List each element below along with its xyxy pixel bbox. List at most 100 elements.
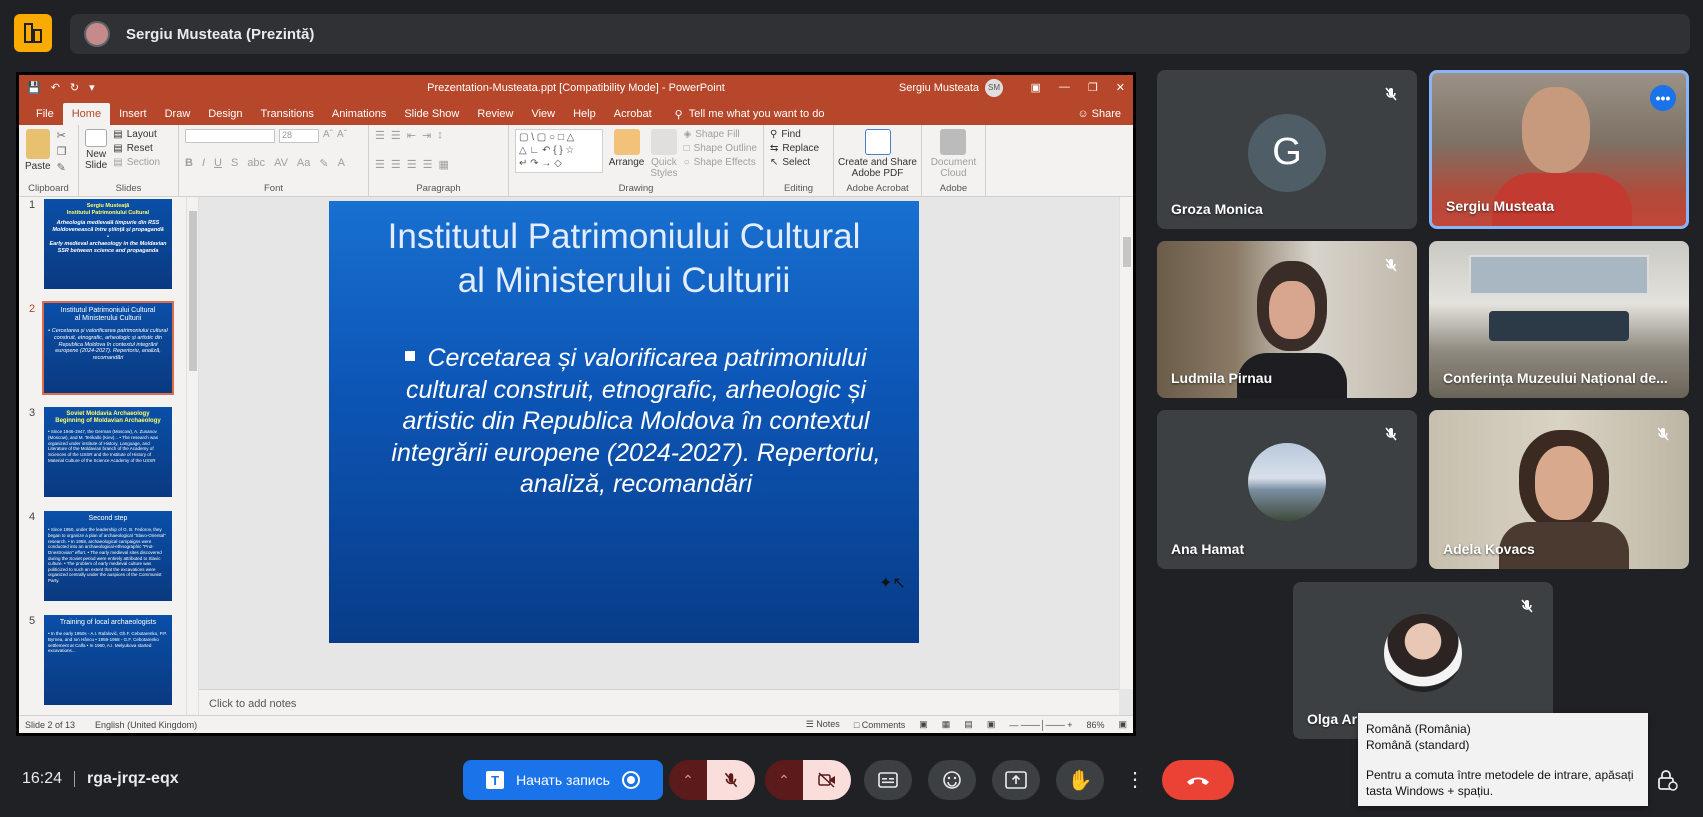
cut-icon: ✂	[56, 130, 66, 142]
drawing-group-label: Drawing	[618, 183, 654, 194]
start-recording-button[interactable]: T Начать запись	[463, 760, 663, 800]
editing-group-label: Editing	[783, 183, 814, 194]
arrange-label: Arrange	[608, 157, 645, 168]
meet-companion-icon[interactable]	[14, 14, 52, 52]
tab-file: File	[36, 108, 54, 120]
justify-icon: ☰	[422, 159, 433, 171]
font-group-label: Font	[263, 183, 283, 194]
camera-control[interactable]: ⌃	[765, 760, 851, 800]
shape-effects-button: ○ Shape Effects	[684, 157, 757, 168]
shadow-icon: S	[230, 157, 239, 169]
participant-name: Groza Monica	[1171, 201, 1263, 217]
mic-off-icon	[1379, 82, 1403, 106]
tell-me-box: ⚲ Tell me what you want to do	[675, 103, 825, 125]
new-slide-icon	[85, 129, 108, 147]
speaker-video	[1522, 87, 1590, 173]
thumbnail-title: Institutul Patrimoniului Cultural al Min…	[60, 307, 156, 323]
create-pdf-button: Create and Share Adobe PDF	[838, 129, 917, 182]
highlight-icon: ✎	[319, 158, 329, 170]
ribbon-group-font: 28 Aˆ Aˇ BIU Sabc AV Aa ✎ A Font	[179, 125, 369, 196]
mic-toggle-button[interactable]	[707, 760, 755, 800]
redo-icon: ↻	[69, 82, 80, 94]
document-cloud-icon	[940, 129, 967, 155]
participant-tile-active-speaker[interactable]: ••• Sergiu Musteata	[1429, 70, 1689, 229]
tab-design: Design	[208, 108, 243, 120]
quick-styles-label: Quick Styles	[650, 157, 678, 179]
microphone-control[interactable]: ⌃	[669, 760, 755, 800]
editor-scrollbar	[1119, 197, 1133, 689]
language-indicator: English (United Kingdom)	[95, 719, 198, 730]
ime-hint-line-2: tasta Windows + spațiu.	[1366, 784, 1494, 798]
ribbon-home: Paste ✂ ❐ ✎ Clipboard New Slide ▤ Layout …	[19, 125, 1133, 197]
ribbon-group-acrobat: Create and Share Adobe PDF Adobe Acrobat	[834, 125, 922, 196]
more-options-icon[interactable]: •••	[1650, 85, 1676, 111]
slide-thumbnail: 2 Institutul Patrimoniului Cultural al M…	[19, 301, 189, 395]
layout-button: ▤ Layout	[113, 129, 160, 140]
camera-toggle-button[interactable]	[803, 760, 851, 800]
emoji-icon	[943, 771, 961, 789]
align-right-icon: ☰	[406, 159, 417, 171]
room-table	[1489, 311, 1629, 341]
ppt-user-name: Sergiu Musteata	[898, 81, 979, 94]
shrink-font-icon: Aˇ	[337, 129, 347, 140]
slides-group-label: Slides	[115, 183, 142, 194]
meeting-code[interactable]: rga-jrqz-eqx	[87, 770, 179, 788]
raise-hand-button[interactable]: ✋	[1056, 760, 1104, 800]
slide-thumbnail: 1 Sergiu Musteaţă Institutul Patrimoniul…	[19, 199, 189, 289]
paste-label: Paste	[25, 161, 51, 172]
captions-button[interactable]	[864, 760, 912, 800]
share-label: Share	[1091, 108, 1121, 120]
hangup-icon	[1187, 777, 1209, 785]
more-options-button[interactable]: ⋮	[1118, 760, 1152, 800]
align-left-icon: ☰	[375, 159, 385, 171]
reset-button: ▤ Reset	[113, 143, 160, 154]
ppt-title-bar: 💾 ↶ ↻ ▾ Prezentation-Musteata.ppt [Compa…	[19, 75, 1133, 100]
section-button: ▤ Section	[113, 157, 160, 168]
tab-home: Home	[62, 103, 111, 125]
shape-outline-label: Shape Outline	[693, 143, 757, 154]
start-recording-label: Начать запись	[516, 772, 610, 788]
reactions-button[interactable]	[928, 760, 976, 800]
participant-tile[interactable]: Adela Kovacs	[1429, 410, 1689, 569]
thumbnail-number: 2	[29, 303, 36, 315]
font-name-box	[185, 129, 275, 143]
person-icon: ☺	[1077, 108, 1092, 120]
thumbnail-number: 4	[29, 511, 36, 523]
meeting-info: 16:24 rga-jrqz-eqx	[22, 770, 179, 788]
view-normal-icon: ▣	[919, 719, 928, 729]
case-icon: Aa	[296, 157, 311, 169]
paragraph-group-label: Paragraph	[416, 183, 461, 194]
tab-acrobat: Acrobat	[613, 108, 652, 120]
participant-name: Olga Ar	[1307, 711, 1358, 727]
thumbnail-body: Arheologia medievală timpurie din RSS Mo…	[49, 220, 167, 254]
audio-settings-chevron-icon[interactable]: ⌃	[669, 760, 707, 800]
grow-font-icon: Aˆ	[323, 129, 333, 140]
participant-tile[interactable]: Conferința Muzeului Național de...	[1429, 241, 1689, 398]
participant-tile[interactable]: G Groza Monica	[1157, 70, 1417, 229]
more-vert-icon: ⋮	[1125, 769, 1145, 791]
clipboard-group-label: Clipboard	[28, 183, 69, 194]
present-screen-button[interactable]	[992, 760, 1040, 800]
avatar	[1384, 613, 1462, 692]
outline-icon: □	[683, 143, 690, 154]
save-icon: 💾	[27, 82, 41, 94]
participant-tile[interactable]: Ludmila Pirnau	[1157, 241, 1417, 398]
slide-editor: Institutul Patrimoniului Cultural al Min…	[199, 197, 1133, 715]
minimize-icon: —	[1058, 81, 1070, 93]
tab-insert: Insert	[119, 108, 147, 120]
ribbon-group-editing: ⚲ Find ⇆ Replace ↖ Select Editing	[764, 125, 834, 196]
ppt-user-avatar: SM	[985, 78, 1003, 97]
slide-thumbnail: 4 Second step • Since 1950, under the le…	[19, 511, 189, 601]
leave-call-button[interactable]	[1162, 760, 1234, 800]
participant-name: Sergiu Musteata	[1446, 198, 1555, 214]
close-icon: ✕	[1115, 82, 1125, 94]
meeting-safety-lock-icon[interactable]	[1656, 768, 1678, 792]
camera-off-icon	[818, 772, 835, 788]
slide-thumbnail: 3 Soviet Moldavia Archaeology Beginning …	[19, 407, 189, 497]
notes-toggle: ☰ Notes	[805, 719, 840, 729]
slide-counter: Slide 2 of 13	[25, 719, 76, 730]
video-settings-chevron-icon[interactable]: ⌃	[765, 760, 803, 800]
divider	[74, 771, 76, 787]
participant-tile[interactable]: Ana Hamat	[1157, 410, 1417, 569]
presenter-bar[interactable]: Sergiu Musteata (Prezintă)	[70, 14, 1690, 54]
